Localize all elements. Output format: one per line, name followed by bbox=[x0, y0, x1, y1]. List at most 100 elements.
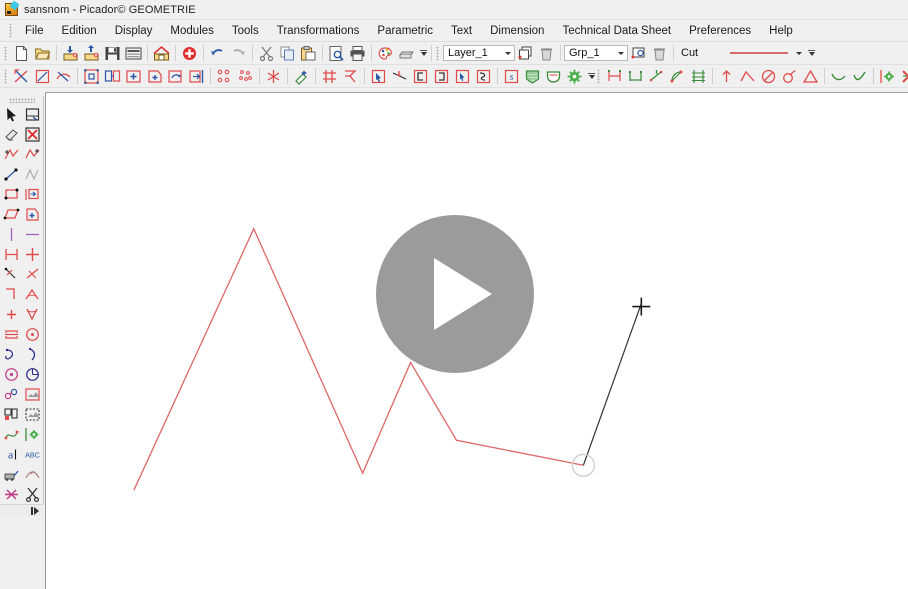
save-icon[interactable] bbox=[102, 43, 123, 63]
arrow-up-icon[interactable] bbox=[716, 66, 737, 86]
polyline-gray-icon[interactable] bbox=[22, 164, 43, 184]
add-group-icon[interactable] bbox=[628, 43, 649, 63]
settings-gear-icon[interactable] bbox=[564, 66, 585, 86]
menu-dimension[interactable]: Dimension bbox=[481, 23, 553, 39]
select-path-icon[interactable] bbox=[53, 66, 74, 86]
menu-file[interactable]: File bbox=[16, 23, 53, 39]
contour-icon[interactable] bbox=[410, 66, 431, 86]
menu-transformations[interactable]: Transformations bbox=[268, 23, 369, 39]
circle-slash-icon[interactable] bbox=[758, 66, 779, 86]
image-select-icon[interactable] bbox=[22, 404, 43, 424]
paste-icon[interactable] bbox=[298, 43, 319, 63]
menu-preferences[interactable]: Preferences bbox=[680, 23, 760, 39]
snap-node-icon[interactable] bbox=[1, 484, 22, 504]
dim-vertical-icon[interactable] bbox=[625, 66, 646, 86]
play-button-overlay[interactable] bbox=[376, 215, 534, 373]
contour-split-icon[interactable] bbox=[473, 66, 494, 86]
export-icon[interactable] bbox=[81, 43, 102, 63]
abc-text-icon[interactable]: ABC bbox=[22, 444, 43, 464]
select-cross-icon[interactable] bbox=[11, 66, 32, 86]
rectangle-icon[interactable] bbox=[1, 184, 22, 204]
delete-all-icon[interactable] bbox=[22, 124, 43, 144]
pick-entity-icon[interactable] bbox=[368, 66, 389, 86]
spline-node-icon[interactable] bbox=[1, 424, 22, 444]
fill-green-icon[interactable] bbox=[522, 66, 543, 86]
point-node-icon[interactable] bbox=[1, 164, 22, 184]
line-vertical-icon[interactable] bbox=[1, 224, 22, 244]
new-file-icon[interactable] bbox=[11, 43, 32, 63]
grid-hatch-icon[interactable] bbox=[319, 66, 340, 86]
line-horizontal-icon[interactable] bbox=[22, 224, 43, 244]
linestyle-dropdown[interactable] bbox=[727, 45, 805, 61]
curve-arc-icon[interactable] bbox=[22, 464, 43, 484]
line-between-icon[interactable] bbox=[1, 244, 22, 264]
duplicate-icon[interactable] bbox=[102, 66, 123, 86]
delete-cross-icon[interactable] bbox=[898, 66, 908, 86]
delete-group-trash-icon[interactable] bbox=[649, 43, 670, 63]
check-curve-icon[interactable] bbox=[849, 66, 870, 86]
align-right-icon[interactable] bbox=[186, 66, 207, 86]
cross-axis-icon[interactable] bbox=[22, 244, 43, 264]
menu-tools[interactable]: Tools bbox=[223, 23, 268, 39]
copy-icon[interactable] bbox=[277, 43, 298, 63]
scatter-points-icon[interactable] bbox=[235, 66, 256, 86]
insert-plus-icon[interactable] bbox=[144, 66, 165, 86]
print-preview-icon[interactable] bbox=[326, 43, 347, 63]
points-pattern-icon[interactable] bbox=[214, 66, 235, 86]
v-curve-icon[interactable] bbox=[22, 304, 43, 324]
menu-edition[interactable]: Edition bbox=[53, 23, 106, 39]
eraser-block-icon[interactable] bbox=[396, 43, 417, 63]
menu-technical-data-sheet[interactable]: Technical Data Sheet bbox=[553, 23, 680, 39]
group-dropdown[interactable]: Grp_1 bbox=[564, 45, 628, 61]
line-perpendicular-icon[interactable] bbox=[1, 264, 22, 284]
redo-icon[interactable] bbox=[228, 43, 249, 63]
dim-horizontal-icon[interactable] bbox=[604, 66, 625, 86]
rotate-copy-icon[interactable] bbox=[165, 66, 186, 86]
palette-expand-button[interactable] bbox=[0, 504, 44, 516]
save-all-icon[interactable] bbox=[123, 43, 144, 63]
home-icon[interactable] bbox=[151, 43, 172, 63]
text-cursor-icon[interactable]: a bbox=[1, 444, 22, 464]
menu-parametric[interactable]: Parametric bbox=[368, 23, 442, 39]
parallelogram-icon[interactable] bbox=[1, 204, 22, 224]
image-frame-icon[interactable] bbox=[22, 384, 43, 404]
menu-text[interactable]: Text bbox=[442, 23, 481, 39]
toolbar-overflow-2[interactable] bbox=[807, 44, 816, 62]
arc-two-point-icon[interactable] bbox=[22, 344, 43, 364]
menu-modules[interactable]: Modules bbox=[161, 23, 222, 39]
block-insert-icon[interactable] bbox=[1, 404, 22, 424]
color-palette-icon[interactable] bbox=[375, 43, 396, 63]
line-slash-icon[interactable] bbox=[22, 264, 43, 284]
machine-icon[interactable] bbox=[1, 464, 22, 484]
open-folder-icon[interactable] bbox=[32, 43, 53, 63]
menu-display[interactable]: Display bbox=[106, 23, 162, 39]
toolbar-overflow-1[interactable] bbox=[419, 44, 428, 62]
triangle-icon[interactable] bbox=[800, 66, 821, 86]
measure-segment-icon[interactable] bbox=[1, 144, 22, 164]
rectangle-center-icon[interactable] bbox=[22, 184, 43, 204]
pocket-icon[interactable] bbox=[543, 66, 564, 86]
import-icon[interactable] bbox=[60, 43, 81, 63]
hatch-pattern-icon[interactable] bbox=[340, 66, 361, 86]
add-red-icon[interactable] bbox=[179, 43, 200, 63]
measure-polyline-icon[interactable] bbox=[22, 144, 43, 164]
dim-angular-icon[interactable] bbox=[667, 66, 688, 86]
toolbar-overflow-3[interactable] bbox=[587, 67, 596, 85]
curve-left-icon[interactable] bbox=[828, 66, 849, 86]
snap-star-icon[interactable] bbox=[263, 66, 284, 86]
zoom-window-icon[interactable] bbox=[22, 104, 43, 124]
dim-aligned-icon[interactable] bbox=[646, 66, 667, 86]
contour-pick-icon[interactable] bbox=[452, 66, 473, 86]
print-icon[interactable] bbox=[347, 43, 368, 63]
magic-wand-icon[interactable] bbox=[291, 66, 312, 86]
corner-icon[interactable] bbox=[1, 284, 22, 304]
path-gear-icon[interactable] bbox=[22, 424, 43, 444]
superscript-icon[interactable]: s bbox=[501, 66, 522, 86]
pick-point-icon[interactable] bbox=[389, 66, 410, 86]
fit-selection-icon[interactable] bbox=[81, 66, 102, 86]
pointer-select-icon[interactable] bbox=[1, 104, 22, 124]
chain-link-icon[interactable] bbox=[1, 384, 22, 404]
pie-slice-icon[interactable] bbox=[22, 364, 43, 384]
plus-point-icon[interactable] bbox=[1, 304, 22, 324]
contour-reverse-icon[interactable] bbox=[431, 66, 452, 86]
